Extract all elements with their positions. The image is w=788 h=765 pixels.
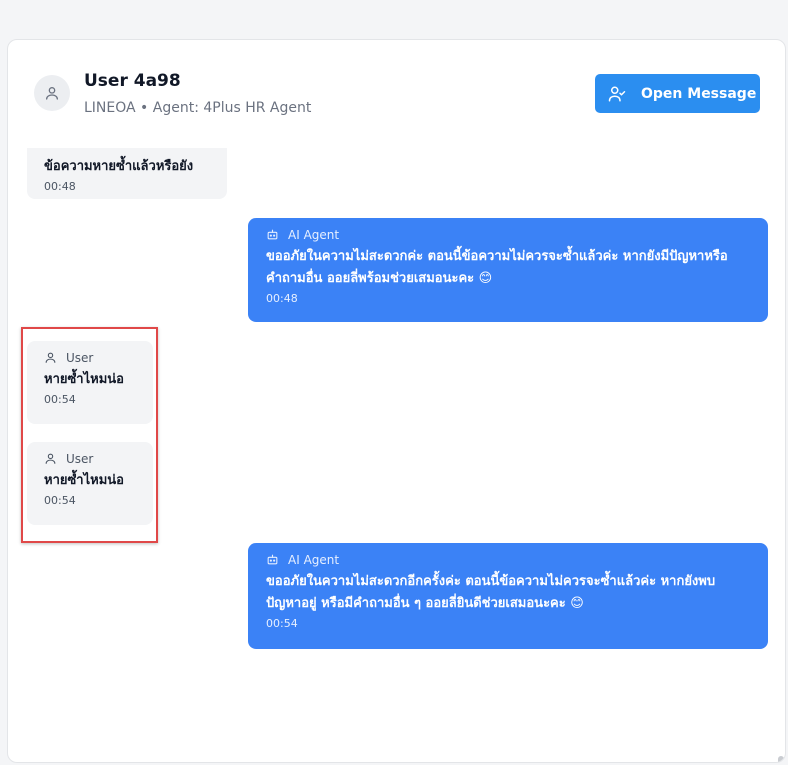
message-time: 00:54 xyxy=(266,617,298,630)
message-time: 00:48 xyxy=(266,292,298,305)
open-message-button[interactable]: Open Message xyxy=(595,74,760,113)
message-role: AI Agent xyxy=(266,228,750,242)
chat-panel: User 4a98 LINEOA • Agent: 4Plus HR Agent… xyxy=(7,39,786,763)
scrollbar-thumb[interactable] xyxy=(778,756,784,762)
message-text: ขออภัยในความไม่สะดวกค่ะ ตอนนี้ข้อความไม่… xyxy=(266,249,728,286)
role-label: AI Agent xyxy=(288,228,340,242)
message-text: ขออภัยในความไม่สะดวกอีกครั้งค่ะ ตอนนี้ข้… xyxy=(266,574,716,611)
user-name: User 4a98 xyxy=(84,71,181,91)
ai-message: AI Agent ขออภัยในความไม่สะดวกค่ะ ตอนนี้ข… xyxy=(248,218,768,322)
chat-header: User 4a98 LINEOA • Agent: 4Plus HR Agent… xyxy=(8,40,785,135)
open-message-label: Open Message xyxy=(641,85,757,102)
bot-icon xyxy=(266,553,280,567)
ai-message: AI Agent ขออภัยในความไม่สะดวกอีกครั้งค่ะ… xyxy=(248,543,768,649)
duplicate-messages-highlight xyxy=(21,327,158,543)
message-list[interactable]: ข้อความหายซ้ำแล้วหรือยัง 00:48 AI Agent … xyxy=(8,148,785,762)
user-icon xyxy=(44,85,60,101)
channel-agent-info: LINEOA • Agent: 4Plus HR Agent xyxy=(84,100,312,116)
message-text: ข้อความหายซ้ำแล้วหรือยัง xyxy=(44,159,194,174)
message-time: 00:48 xyxy=(44,180,76,193)
user-message: ข้อความหายซ้ำแล้วหรือยัง 00:48 xyxy=(27,148,227,199)
avatar xyxy=(34,75,70,111)
user-check-icon xyxy=(608,85,626,103)
bot-icon xyxy=(266,228,280,242)
message-role: AI Agent xyxy=(266,553,750,567)
role-label: AI Agent xyxy=(288,553,340,567)
